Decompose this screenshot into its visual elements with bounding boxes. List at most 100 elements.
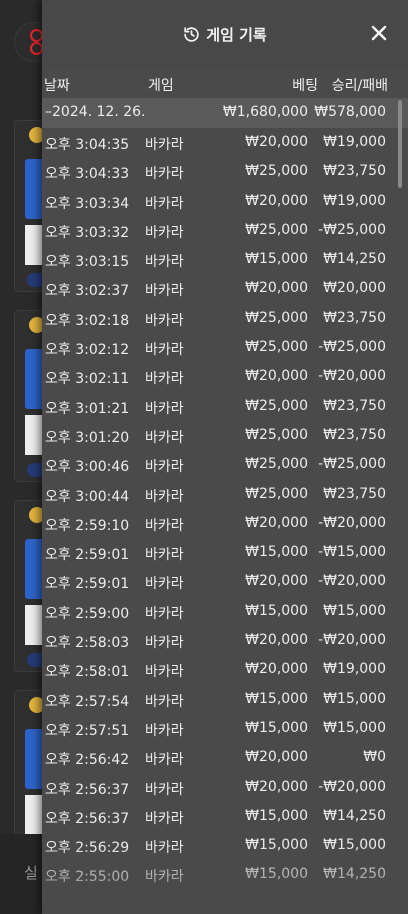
- row-time: 오후 3:04:35: [45, 137, 130, 153]
- history-row[interactable]: 오후 3:01:21 바카라 ₩25,000 ₩23,750: [42, 392, 408, 421]
- row-bet: ₩20,000: [245, 573, 308, 590]
- row-result: -₩20,000: [318, 632, 386, 649]
- date-summary-row[interactable]: –2024. 12. 26. ₩1,680,000 ₩578,000: [42, 98, 408, 128]
- row-game: 바카라: [145, 840, 184, 857]
- column-header-bet[interactable]: 베팅: [292, 75, 318, 95]
- row-time: 오후 2:56:42: [45, 752, 130, 769]
- row-time: 오후 2:56:37: [45, 810, 130, 827]
- history-row[interactable]: 오후 2:59:00 바카라 ₩15,000 ₩15,000: [42, 597, 408, 626]
- row-result: ₩23,750: [323, 485, 386, 502]
- close-icon: [371, 25, 387, 41]
- row-game: 바카라: [145, 693, 184, 710]
- row-bet: ₩20,000: [245, 280, 308, 297]
- summary-date: –2024. 12. 26.: [45, 104, 146, 120]
- row-result: ₩15,000: [323, 719, 386, 736]
- row-game: 바카라: [145, 869, 184, 886]
- row-bet: ₩15,000: [245, 544, 308, 561]
- row-bet: ₩25,000: [245, 456, 308, 473]
- row-bet: ₩15,000: [245, 866, 308, 883]
- history-row[interactable]: 오후 3:03:34 바카라 ₩20,000 ₩19,000: [42, 187, 408, 216]
- row-time: 오후 3:03:32: [45, 224, 130, 241]
- history-row[interactable]: 오후 2:57:51 바카라 ₩15,000 ₩15,000: [42, 714, 408, 743]
- row-time: 오후 2:56:29: [45, 840, 130, 857]
- bottom-bar-label: 실: [24, 864, 38, 882]
- history-row[interactable]: 오후 2:55:00 바카라 ₩15,000 ₩14,250: [42, 860, 408, 889]
- row-time: 오후 2:57:51: [45, 722, 130, 739]
- row-time: 오후 3:02:18: [45, 312, 130, 329]
- history-row[interactable]: 오후 2:56:37 바카라 ₩15,000 ₩14,250: [42, 802, 408, 831]
- history-list[interactable]: –2024. 12. 26. ₩1,680,000 ₩578,000 오후 3:…: [42, 98, 408, 914]
- history-row[interactable]: 오후 2:58:01 바카라 ₩20,000 ₩19,000: [42, 655, 408, 684]
- row-game: 바카라: [145, 371, 184, 388]
- game-history-modal: 게임 기록 날짜 게임 베팅 승리/패배 –2024. 12. 26. ₩1,6…: [42, 0, 408, 914]
- history-row[interactable]: 오후 2:57:54 바카라 ₩15,000 ₩15,000: [42, 685, 408, 714]
- row-result: ₩15,000: [323, 690, 386, 707]
- history-row[interactable]: 오후 3:04:35 바카라 ₩20,000 ₩19,000: [42, 128, 408, 157]
- row-game: 바카라: [145, 722, 184, 739]
- history-row[interactable]: 오후 2:58:03 바카라 ₩20,000 -₩20,000: [42, 626, 408, 655]
- history-row[interactable]: 오후 3:02:11 바카라 ₩20,000 -₩20,000: [42, 362, 408, 391]
- row-bet: ₩20,000: [245, 368, 308, 385]
- row-bet: ₩25,000: [245, 397, 308, 414]
- row-result: -₩25,000: [318, 456, 386, 473]
- close-button[interactable]: [370, 24, 388, 42]
- row-result: ₩23,750: [323, 309, 386, 326]
- row-time: 오후 2:56:37: [45, 781, 130, 798]
- row-time: 오후 2:58:03: [45, 635, 130, 652]
- column-header-game[interactable]: 게임: [148, 75, 174, 95]
- row-time: 오후 3:02:11: [45, 371, 130, 388]
- row-game: 바카라: [145, 429, 184, 446]
- history-row[interactable]: 오후 3:03:32 바카라 ₩25,000 -₩25,000: [42, 216, 408, 245]
- history-row[interactable]: 오후 3:02:37 바카라 ₩20,000 ₩20,000: [42, 274, 408, 303]
- row-game: 바카라: [145, 781, 184, 798]
- scrollbar[interactable]: [398, 100, 402, 188]
- row-game: 바카라: [145, 283, 184, 300]
- row-result: ₩20,000: [323, 280, 386, 297]
- row-result: -₩15,000: [318, 544, 386, 561]
- row-game: 바카라: [145, 400, 184, 417]
- row-result: ₩19,000: [323, 192, 386, 209]
- history-row[interactable]: 오후 2:56:37 바카라 ₩20,000 -₩20,000: [42, 773, 408, 802]
- history-row[interactable]: 오후 3:02:18 바카라 ₩25,000 ₩23,750: [42, 304, 408, 333]
- history-row[interactable]: 오후 3:00:44 바카라 ₩25,000 ₩23,750: [42, 480, 408, 509]
- summary-bet: ₩1,680,000: [222, 104, 308, 120]
- column-header-date[interactable]: 날짜: [44, 75, 70, 95]
- history-row[interactable]: 오후 3:03:15 바카라 ₩15,000 ₩14,250: [42, 245, 408, 274]
- row-time: 오후 3:02:37: [45, 283, 130, 300]
- history-row[interactable]: 오후 2:59:01 바카라 ₩15,000 -₩15,000: [42, 538, 408, 567]
- history-row[interactable]: 오후 3:00:46 바카라 ₩25,000 -₩25,000: [42, 450, 408, 479]
- row-result: -₩20,000: [318, 778, 386, 795]
- background-bottom-bar: 실: [0, 834, 42, 914]
- history-row[interactable]: 오후 3:01:20 바카라 ₩25,000 ₩23,750: [42, 421, 408, 450]
- row-time: 오후 2:55:00: [45, 869, 130, 886]
- row-game: 바카라: [145, 195, 184, 212]
- row-bet: ₩20,000: [245, 134, 308, 150]
- row-result: ₩14,250: [323, 866, 386, 883]
- column-header-win-loss[interactable]: 승리/패배: [332, 75, 388, 95]
- row-bet: ₩25,000: [245, 426, 308, 443]
- row-time: 오후 3:04:33: [45, 166, 130, 183]
- history-row[interactable]: 오후 2:56:42 바카라 ₩20,000 ₩0: [42, 743, 408, 772]
- row-time: 오후 2:59:01: [45, 547, 130, 564]
- row-bet: ₩15,000: [245, 719, 308, 736]
- row-result: ₩14,250: [323, 251, 386, 268]
- history-row[interactable]: 오후 2:59:01 바카라 ₩20,000 -₩20,000: [42, 567, 408, 596]
- row-result: ₩23,750: [323, 426, 386, 443]
- row-game: 바카라: [145, 752, 184, 769]
- row-result: -₩20,000: [318, 368, 386, 385]
- row-result: -₩25,000: [318, 221, 386, 238]
- history-row[interactable]: 오후 3:02:12 바카라 ₩25,000 -₩25,000: [42, 333, 408, 362]
- background-game-panel: [0, 0, 54, 914]
- row-game: 바카라: [145, 342, 184, 359]
- row-time: 오후 3:03:15: [45, 254, 130, 271]
- row-game: 바카라: [145, 312, 184, 329]
- row-result: ₩23,750: [323, 397, 386, 414]
- row-result: ₩19,000: [323, 661, 386, 678]
- row-bet: ₩15,000: [245, 602, 308, 619]
- row-result: -₩20,000: [318, 573, 386, 590]
- row-time: 오후 3:00:46: [45, 459, 130, 476]
- history-row[interactable]: 오후 3:04:33 바카라 ₩25,000 ₩23,750: [42, 157, 408, 186]
- row-game: 바카라: [145, 547, 184, 564]
- history-row[interactable]: 오후 2:59:10 바카라 ₩20,000 -₩20,000: [42, 509, 408, 538]
- history-row[interactable]: 오후 2:56:29 바카라 ₩15,000 ₩15,000: [42, 831, 408, 860]
